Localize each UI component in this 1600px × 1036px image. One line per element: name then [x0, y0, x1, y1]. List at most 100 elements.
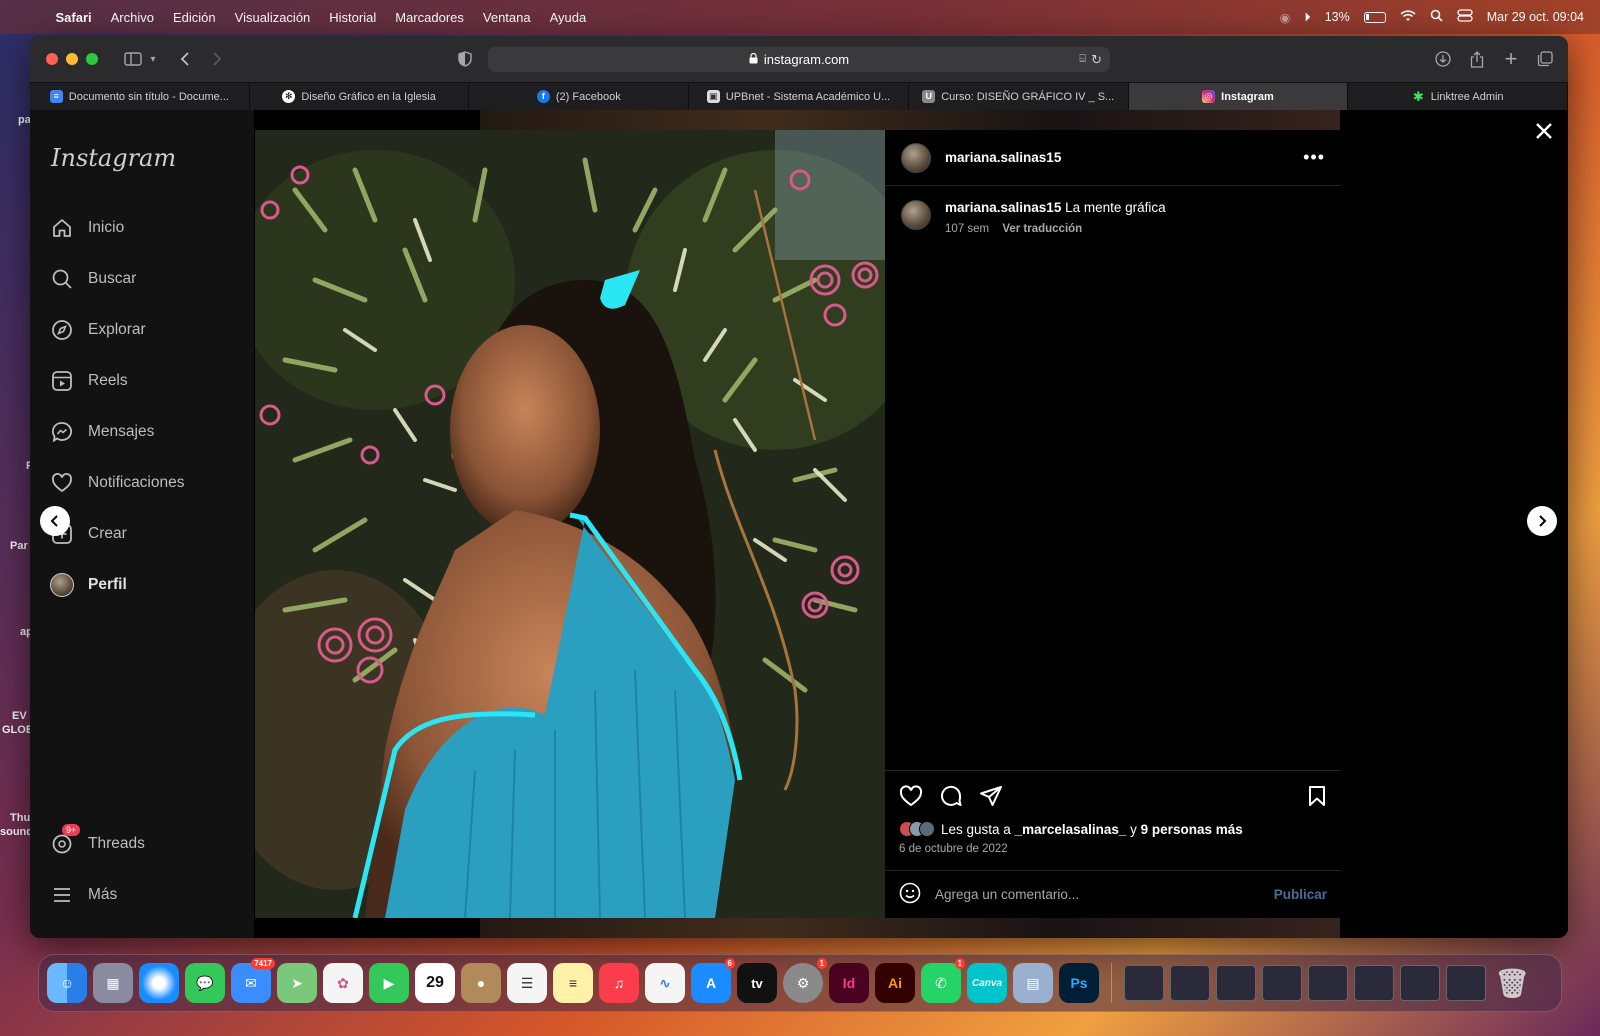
contacts-dock-icon[interactable]: ● [461, 963, 501, 1003]
nav-notificaciones[interactable]: Notificaciones [50, 471, 185, 495]
tab-diseno-iglesia[interactable]: ✻ Diseño Gráfico en la Iglesia [250, 83, 470, 110]
share-icon[interactable] [1464, 46, 1490, 72]
instagram-logo[interactable]: Instagram [51, 144, 176, 172]
nav-threads[interactable]: 9+ Threads [50, 824, 145, 856]
menu-edicion[interactable]: Edición [164, 10, 226, 25]
maps-dock-icon[interactable]: ➤ [277, 963, 317, 1003]
new-tab-icon[interactable]: + [1498, 46, 1524, 72]
safari-dock-icon[interactable]: ✦ [139, 963, 179, 1003]
tab-linktree[interactable]: ✱ Linktree Admin [1348, 83, 1568, 110]
comment-icon[interactable] [939, 784, 963, 813]
minimized-window[interactable] [1124, 965, 1164, 1001]
photos-dock-icon[interactable]: ✿ [323, 963, 363, 1003]
desktop-item-label[interactable]: Thu [10, 812, 30, 824]
nav-explorar[interactable]: Explorar [50, 318, 146, 342]
menu-app-safari[interactable]: Safari [46, 10, 101, 25]
indesign-dock-icon[interactable]: Id [829, 963, 869, 1003]
translate-icon[interactable]: ⌸ [1079, 53, 1086, 66]
minimized-window[interactable] [1170, 965, 1210, 1001]
likes-summary[interactable]: Les gusta a _marcelasalinas_ y 9 persona… [899, 821, 1327, 837]
control-center-icon[interactable] [1457, 9, 1473, 25]
app-store-dock-icon[interactable]: A6 [691, 958, 735, 1003]
tab-instagram[interactable]: ◎ Instagram [1128, 83, 1349, 110]
nav-reels[interactable]: Reels [50, 369, 128, 393]
nav-inicio[interactable]: Inicio [50, 216, 124, 240]
trash-dock-icon[interactable]: 🗑 [1492, 963, 1532, 1003]
likes-others[interactable]: 9 personas más [1141, 822, 1243, 837]
minimized-window[interactable] [1446, 965, 1486, 1001]
more-options-icon[interactable]: ••• [1303, 147, 1325, 168]
nav-buscar[interactable]: Buscar [50, 267, 136, 291]
chevron-down-icon[interactable]: ▾ [146, 46, 160, 72]
privacy-shield-icon[interactable] [452, 46, 478, 72]
like-heart-icon[interactable] [899, 784, 923, 812]
desktop-item-label[interactable]: GLOB [2, 724, 34, 736]
minimized-window[interactable] [1400, 965, 1440, 1001]
author-username[interactable]: mariana.salinas15 [945, 150, 1061, 165]
reminders-dock-icon[interactable]: ☰ [507, 963, 547, 1003]
nav-perfil[interactable]: Perfil [50, 573, 127, 597]
notes-dock-icon[interactable]: ≡ [553, 963, 593, 1003]
close-window-button[interactable] [46, 53, 58, 65]
next-post-button[interactable] [1527, 506, 1557, 536]
airdrop-icon[interactable]: ◉ [1280, 10, 1291, 25]
desktop-item-label[interactable]: sound [0, 826, 33, 838]
whatsapp-dock-icon[interactable]: ✆ 1 [921, 958, 965, 1003]
battery-icon[interactable] [1363, 11, 1386, 23]
address-bar[interactable]: instagram.com ⌸ ↻ [488, 47, 1110, 72]
previous-post-button[interactable] [40, 506, 70, 536]
minimized-window[interactable] [1308, 965, 1348, 1001]
sidebar-toggle-icon[interactable] [120, 46, 146, 72]
tab-google-docs[interactable]: ≡ Documento sin título - Docume... [30, 83, 250, 110]
caption-username[interactable]: mariana.salinas15 [945, 200, 1061, 215]
tab-facebook[interactable]: f (2) Facebook [469, 83, 690, 110]
back-icon[interactable] [172, 46, 198, 72]
post-photo[interactable] [255, 130, 885, 918]
menu-ventana[interactable]: Ventana [473, 10, 540, 25]
downloads-icon[interactable] [1430, 46, 1456, 72]
menu-archivo[interactable]: Archivo [101, 10, 163, 25]
play-icon[interactable]: ⏵ [1304, 10, 1310, 25]
menu-visualizacion[interactable]: Visualización [225, 10, 320, 25]
menu-historial[interactable]: Historial [320, 10, 386, 25]
music-dock-icon[interactable]: ♫ [599, 963, 639, 1003]
clock[interactable]: Mar 29 oct. 09:04 [1487, 10, 1584, 24]
freeform-dock-icon[interactable]: ∿ [645, 963, 685, 1003]
author-avatar[interactable] [901, 142, 931, 173]
minimized-window[interactable] [1354, 965, 1394, 1001]
tab-overview-icon[interactable] [1532, 46, 1558, 72]
caption-avatar[interactable] [901, 200, 931, 230]
minimize-window-button[interactable] [66, 53, 78, 65]
wifi-icon[interactable] [1400, 9, 1416, 25]
menu-marcadores[interactable]: Marcadores [386, 10, 474, 25]
likes-user[interactable]: _marcelasalinas_ [1015, 822, 1127, 837]
calendar-dock-icon[interactable]: 29 [415, 963, 455, 1003]
share-send-icon[interactable] [979, 784, 1003, 813]
tab-upbnet[interactable]: ▣ UPBnet - Sistema Académico U... [689, 83, 909, 110]
preview-dock-icon[interactable]: ▤ [1013, 963, 1053, 1003]
launchpad-dock-icon[interactable]: ▦ [93, 963, 133, 1003]
tab-curso[interactable]: U Curso: DISEÑO GRÁFICO IV _ S... [909, 83, 1129, 110]
close-modal-button[interactable] [1534, 120, 1554, 148]
finder-dock-icon[interactable]: ☺ [47, 963, 87, 1003]
facetime-dock-icon[interactable]: ▶ [369, 963, 409, 1003]
system-settings-dock-icon[interactable]: ⚙ 1 [783, 958, 827, 1003]
see-translation-link[interactable]: Ver traducción [1002, 223, 1082, 235]
illustrator-dock-icon[interactable]: Ai [875, 963, 915, 1003]
minimized-window[interactable] [1216, 965, 1256, 1001]
nav-mensajes[interactable]: Mensajes [50, 420, 154, 444]
desktop-item-label[interactable]: EV [12, 710, 27, 722]
forward-icon[interactable] [204, 46, 230, 72]
menu-ayuda[interactable]: Ayuda [540, 10, 596, 25]
minimized-window[interactable] [1262, 965, 1302, 1001]
desktop-item-label[interactable]: Par [10, 540, 28, 552]
messages-dock-icon[interactable]: 💬 [185, 963, 225, 1003]
emoji-icon[interactable] [899, 882, 921, 907]
nav-mas[interactable]: Más [50, 883, 117, 907]
publish-button[interactable]: Publicar [1274, 887, 1327, 902]
mail-dock-icon[interactable]: ✉ 7417 [231, 958, 275, 1003]
desktop-item-label[interactable]: pa [18, 114, 31, 126]
canva-dock-icon[interactable]: Canva [967, 963, 1007, 1003]
bookmark-icon[interactable] [1307, 785, 1327, 812]
spotlight-search-icon[interactable] [1430, 9, 1443, 25]
